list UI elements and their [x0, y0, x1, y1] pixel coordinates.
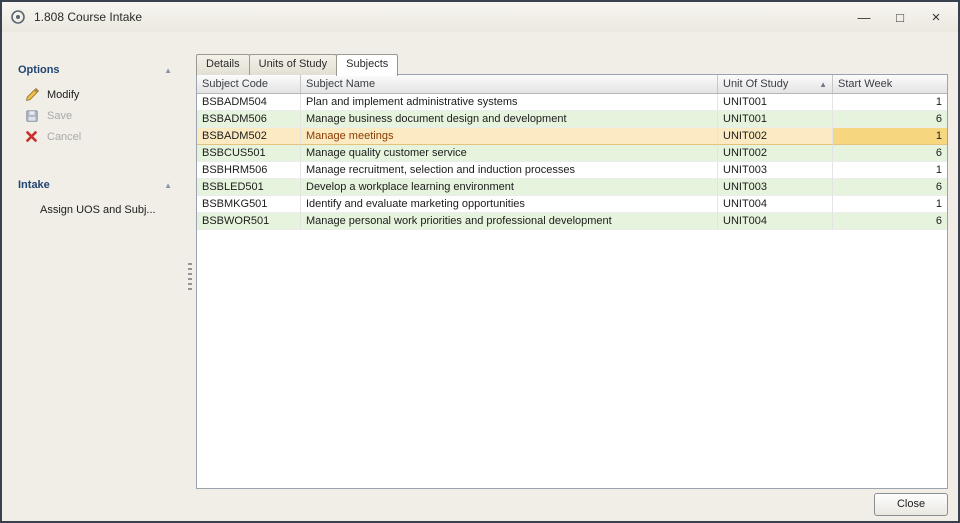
cell-unit-of-study[interactable]: UNIT004: [718, 196, 833, 213]
minimize-icon[interactable]: —: [846, 5, 882, 29]
cell-unit-of-study[interactable]: UNIT002: [718, 145, 833, 162]
sidebar-item-label: Assign UOS and Subj...: [40, 204, 156, 216]
grid-header-row: Subject Code Subject Name Unit Of Study …: [197, 75, 947, 94]
close-button[interactable]: Close: [874, 493, 948, 516]
table-row-selected[interactable]: BSBADM502 Manage meetings UNIT002 1: [197, 128, 947, 145]
group-header-intake[interactable]: Intake ▲: [12, 177, 178, 199]
cell-start-week[interactable]: 1: [833, 196, 947, 213]
sidebar-group-options: Options ▲ Modify: [12, 62, 178, 147]
pencil-icon: [24, 87, 39, 102]
maximize-icon[interactable]: □: [882, 5, 918, 29]
cell-subject-code[interactable]: BSBCUS501: [197, 145, 301, 162]
cell-subject-code[interactable]: BSBWOR501: [197, 213, 301, 230]
cell-subject-code[interactable]: BSBADM502: [197, 128, 301, 145]
column-header-start-week[interactable]: Start Week: [833, 75, 947, 93]
sidebar-item-save[interactable]: Save: [12, 105, 178, 126]
cell-unit-of-study[interactable]: UNIT003: [718, 162, 833, 179]
cell-subject-code[interactable]: BSBLED501: [197, 179, 301, 196]
sidebar-item-assign-uos[interactable]: Assign UOS and Subj...: [12, 199, 178, 220]
group-label-intake: Intake: [18, 179, 50, 191]
sidebar-item-label: Cancel: [47, 131, 81, 143]
sidebar-item-cancel[interactable]: Cancel: [12, 126, 178, 147]
tab-strip: Details Units of Study Subjects: [196, 54, 948, 75]
cell-subject-code[interactable]: BSBADM504: [197, 94, 301, 111]
red-x-icon: [24, 129, 39, 144]
cell-unit-of-study[interactable]: UNIT004: [718, 213, 833, 230]
cell-subject-name[interactable]: Identify and evaluate marketing opportun…: [301, 196, 718, 213]
table-row[interactable]: BSBADM504 Plan and implement administrat…: [197, 94, 947, 111]
cell-subject-name[interactable]: Manage recruitment, selection and induct…: [301, 162, 718, 179]
cell-start-week[interactable]: 6: [833, 213, 947, 230]
cell-start-week[interactable]: 1: [833, 128, 947, 145]
table-row[interactable]: BSBHRM506 Manage recruitment, selection …: [197, 162, 947, 179]
group-label-options: Options: [18, 64, 60, 76]
table-row[interactable]: BSBWOR501 Manage personal work prioritie…: [197, 213, 947, 230]
cell-subject-name[interactable]: Manage business document design and deve…: [301, 111, 718, 128]
cell-start-week[interactable]: 6: [833, 179, 947, 196]
title-bar: 1.808 Course Intake — □ ×: [2, 2, 958, 32]
cell-subject-name[interactable]: Manage quality customer service: [301, 145, 718, 162]
cell-subject-name[interactable]: Manage meetings: [301, 128, 718, 145]
cell-subject-name[interactable]: Plan and implement administrative system…: [301, 94, 718, 111]
cell-start-week[interactable]: 1: [833, 94, 947, 111]
tab-details[interactable]: Details: [196, 54, 250, 75]
dialog-course-intake: 1.808 Course Intake — □ × Options ▲: [0, 0, 960, 523]
cell-start-week[interactable]: 1: [833, 162, 947, 179]
column-header-subject-code[interactable]: Subject Code: [197, 75, 301, 93]
cell-subject-code[interactable]: BSBHRM506: [197, 162, 301, 179]
cell-start-week[interactable]: 6: [833, 111, 947, 128]
floppy-icon: [24, 108, 39, 123]
tab-units-of-study[interactable]: Units of Study: [249, 54, 337, 75]
group-header-options[interactable]: Options ▲: [12, 62, 178, 84]
chevron-up-icon: ▲: [164, 66, 172, 75]
cell-unit-of-study[interactable]: UNIT001: [718, 111, 833, 128]
column-header-unit-of-study[interactable]: Unit Of Study ▲: [718, 75, 833, 93]
sidebar: Options ▲ Modify: [2, 32, 184, 521]
sidebar-item-modify[interactable]: Modify: [12, 84, 178, 105]
sidebar-splitter[interactable]: [184, 32, 196, 521]
cell-unit-of-study[interactable]: UNIT001: [718, 94, 833, 111]
main-panel: Details Units of Study Subjects Subject …: [196, 32, 958, 521]
close-icon[interactable]: ×: [918, 5, 954, 29]
tab-subjects[interactable]: Subjects: [336, 54, 398, 76]
footer-bar: Close: [196, 489, 948, 521]
sidebar-item-label: Modify: [47, 89, 79, 101]
cell-unit-of-study[interactable]: UNIT003: [718, 179, 833, 196]
dialog-body: Options ▲ Modify: [2, 32, 958, 521]
cell-unit-of-study[interactable]: UNIT002: [718, 128, 833, 145]
cell-subject-code[interactable]: BSBADM506: [197, 111, 301, 128]
table-row[interactable]: BSBLED501 Develop a workplace learning e…: [197, 179, 947, 196]
table-row[interactable]: BSBMKG501 Identify and evaluate marketin…: [197, 196, 947, 213]
app-icon: [10, 9, 26, 25]
sort-ascending-icon: ▲: [819, 80, 827, 89]
sidebar-group-intake: Intake ▲ Assign UOS and Subj...: [12, 177, 178, 220]
table-row[interactable]: BSBCUS501 Manage quality customer servic…: [197, 145, 947, 162]
window-title: 1.808 Course Intake: [34, 10, 846, 24]
grid-empty-area: [197, 230, 947, 488]
cell-subject-code[interactable]: BSBMKG501: [197, 196, 301, 213]
subjects-grid: Subject Code Subject Name Unit Of Study …: [196, 74, 948, 489]
cell-subject-name[interactable]: Develop a workplace learning environment: [301, 179, 718, 196]
cell-start-week[interactable]: 6: [833, 145, 947, 162]
cell-subject-name[interactable]: Manage personal work priorities and prof…: [301, 213, 718, 230]
table-row[interactable]: BSBADM506 Manage business document desig…: [197, 111, 947, 128]
column-header-subject-name[interactable]: Subject Name: [301, 75, 718, 93]
sidebar-item-label: Save: [47, 110, 72, 122]
splitter-grip-icon: [188, 263, 192, 291]
chevron-up-icon: ▲: [164, 181, 172, 190]
